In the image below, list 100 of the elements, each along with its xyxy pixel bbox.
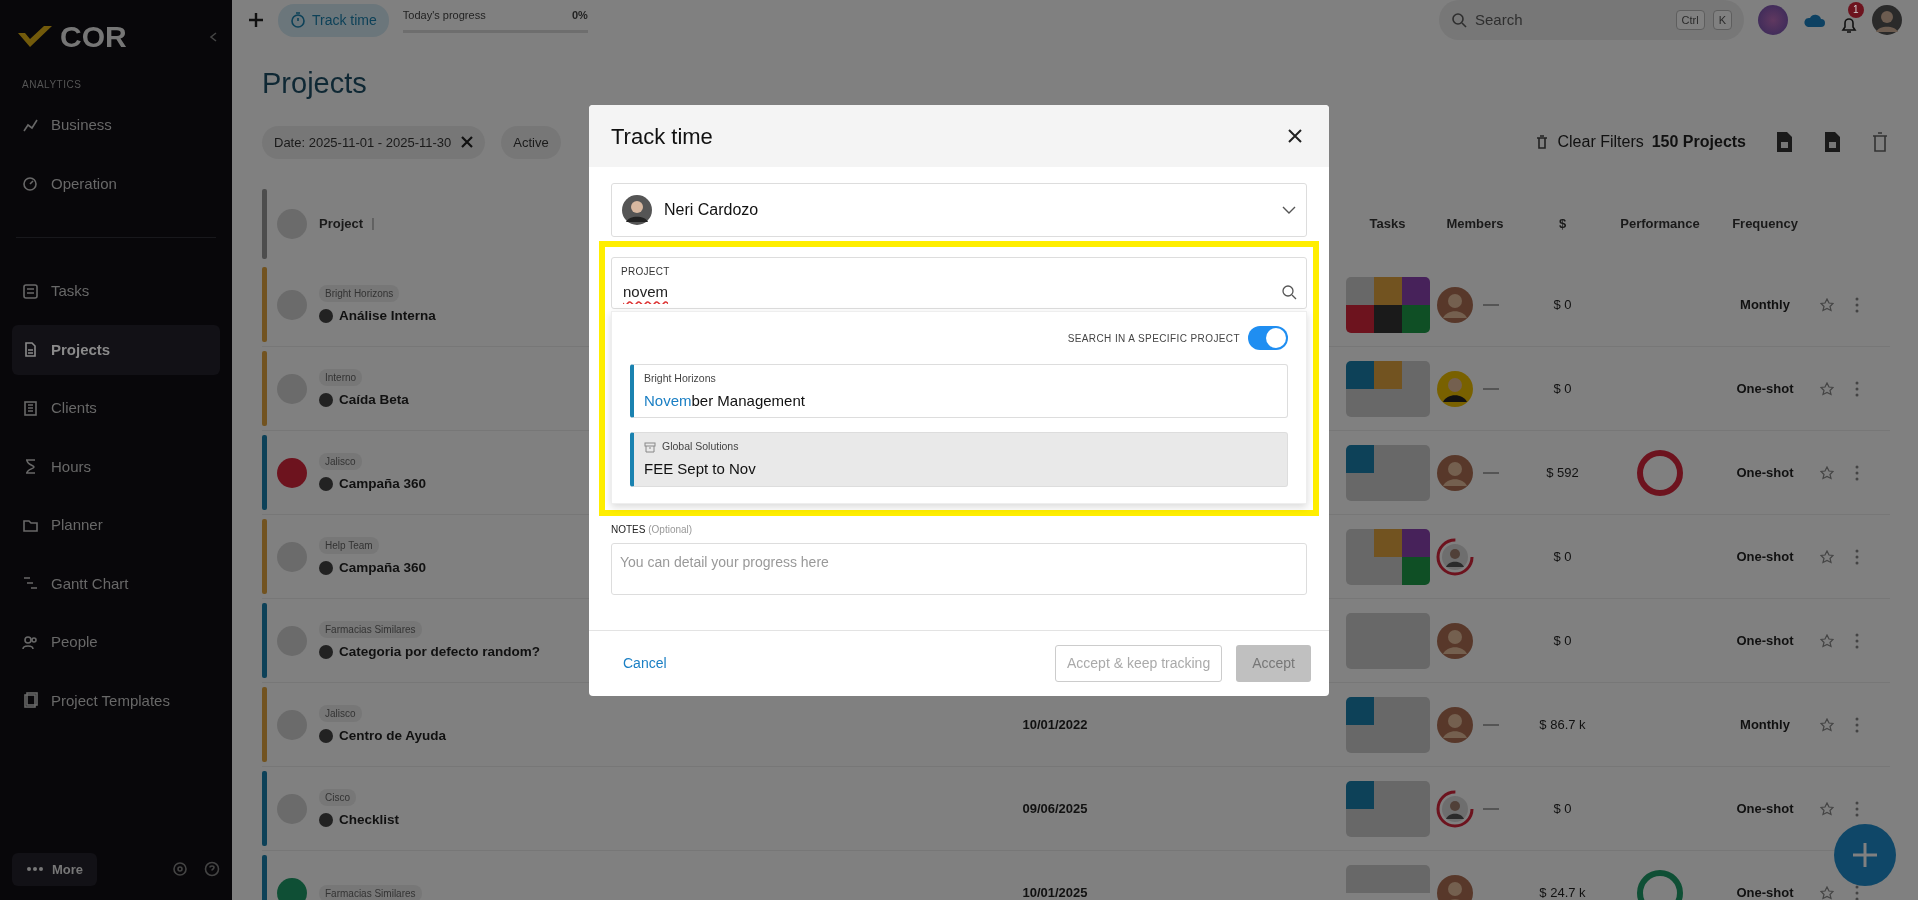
- category-dot: [319, 729, 333, 744]
- column-header[interactable]: Frequency: [1732, 216, 1798, 232]
- more-members-icon[interactable]: [1483, 806, 1499, 811]
- kebab-menu-icon[interactable]: [1855, 381, 1859, 398]
- kebab-menu-icon[interactable]: [1855, 633, 1859, 650]
- sidebar-item[interactable]: Project Templates: [12, 675, 220, 726]
- amount-cell: $ 592: [1546, 464, 1579, 480]
- notes-field[interactable]: You can detail your progress here: [611, 542, 1307, 595]
- member-avatar-icon[interactable]: [1435, 452, 1475, 493]
- result-item[interactable]: Global Solutions FEE Sept to Nov: [630, 432, 1288, 487]
- toggle-switch[interactable]: [1248, 326, 1288, 350]
- client-tag: Bright Horizons: [319, 284, 400, 302]
- kebab-menu-icon[interactable]: [1855, 801, 1859, 818]
- plus-icon: [1852, 842, 1878, 868]
- toggle-label: SEARCH IN A SPECIFIC PROJECT: [1067, 331, 1240, 346]
- project-name[interactable]: Campaña 360: [339, 558, 427, 579]
- user-select[interactable]: Neri Cardozo: [611, 183, 1307, 237]
- category-dot: [319, 309, 333, 324]
- star-icon[interactable]: [1820, 802, 1834, 817]
- star-icon[interactable]: [1820, 466, 1834, 481]
- project-name[interactable]: Campaña 360: [339, 474, 427, 495]
- trash-icon[interactable]: [1870, 130, 1890, 155]
- date-cell: 09/06/2025: [1022, 800, 1088, 816]
- member-avatar-ring-icon[interactable]: [1435, 536, 1475, 577]
- star-icon[interactable]: [1820, 298, 1834, 313]
- section-label: ANALYTICS: [22, 78, 83, 92]
- progress-value: 0%: [571, 8, 588, 24]
- kebab-menu-icon[interactable]: [1855, 549, 1859, 566]
- notes-label: NOTES (Optional): [611, 522, 694, 537]
- status-circle[interactable]: [277, 877, 307, 900]
- project-name[interactable]: Análise Interna: [339, 306, 436, 327]
- category-dot: [319, 477, 333, 492]
- column-header[interactable]: Project: [319, 214, 364, 234]
- filter-chip[interactable]: Active: [501, 125, 561, 159]
- column-header[interactable]: Performance: [1620, 216, 1700, 232]
- project-name[interactable]: Caída Beta: [339, 390, 409, 411]
- more-members-icon[interactable]: [1483, 386, 1499, 391]
- category-dot: [319, 813, 333, 828]
- more-members-icon[interactable]: [1483, 302, 1499, 307]
- filter-chip[interactable]: Date: 2025-11-01 - 2025-11-30: [262, 125, 486, 159]
- sidebar-item[interactable]: Planner: [12, 500, 220, 551]
- star-icon[interactable]: [1820, 886, 1834, 900]
- member-avatar-icon[interactable]: [1435, 704, 1475, 745]
- project-name[interactable]: Centro de Ayuda: [339, 726, 446, 747]
- settings-icon[interactable]: [172, 861, 188, 878]
- column-header[interactable]: Tasks: [1369, 216, 1406, 232]
- help-icon[interactable]: [204, 861, 220, 878]
- amount-cell: $ 0: [1553, 800, 1572, 816]
- sidebar-item[interactable]: Projects: [12, 324, 220, 375]
- sidebar-item[interactable]: Operation: [12, 158, 220, 209]
- kebab-menu-icon[interactable]: [1855, 885, 1859, 900]
- member-avatar-ring-icon[interactable]: [1435, 788, 1475, 829]
- search-placeholder: Search: [1475, 9, 1524, 30]
- project-field[interactable]: PROJECT novem: [611, 257, 1307, 309]
- avatar[interactable]: [1758, 5, 1788, 35]
- result-client: Global Solutions: [662, 439, 739, 455]
- kebab-menu-icon[interactable]: [1855, 297, 1859, 314]
- status-circle[interactable]: [277, 457, 307, 488]
- sidebar-item[interactable]: Clients: [12, 383, 220, 434]
- frequency-cell: One-shot: [1736, 380, 1794, 396]
- member-avatar-icon[interactable]: [1435, 620, 1475, 661]
- sidebar-item[interactable]: Hours: [12, 441, 220, 492]
- project-name[interactable]: Checklist: [339, 810, 400, 831]
- column-header[interactable]: $: [1558, 216, 1567, 232]
- star-icon[interactable]: [1820, 550, 1834, 565]
- column-header[interactable]: Members: [1446, 216, 1504, 232]
- sidebar-item[interactable]: Gantt Chart: [12, 558, 220, 609]
- user-name: Neri Cardozo: [664, 200, 760, 220]
- plus-icon[interactable]: [248, 12, 264, 28]
- project-name[interactable]: Categoria por defecto random?: [339, 642, 541, 663]
- kebab-menu-icon[interactable]: [1855, 717, 1859, 734]
- trash-icon[interactable]: [1535, 134, 1550, 151]
- member-avatar-icon[interactable]: [1435, 872, 1475, 900]
- template-icon: [22, 692, 39, 710]
- document-icon[interactable]: [1822, 130, 1842, 155]
- member-avatar-icon[interactable]: [1435, 284, 1475, 325]
- star-icon[interactable]: [1820, 718, 1834, 733]
- clear-filters-link[interactable]: Clear Filters: [1557, 130, 1644, 155]
- amount-cell: $ 0: [1553, 548, 1572, 564]
- sort-icon[interactable]: [371, 218, 376, 230]
- shortcut-key: K: [1712, 9, 1732, 31]
- sidebar-item[interactable]: People: [12, 617, 220, 668]
- close-icon[interactable]: [461, 136, 474, 149]
- star-icon[interactable]: [1820, 634, 1834, 649]
- more-button[interactable]: More: [12, 852, 98, 886]
- sidebar-item[interactable]: Tasks: [12, 266, 220, 317]
- more-members-icon[interactable]: [1483, 722, 1499, 727]
- kebab-menu-icon[interactable]: [1855, 465, 1859, 482]
- track-time-button[interactable]: Track time: [278, 3, 389, 37]
- star-icon[interactable]: [1820, 382, 1834, 397]
- amount-cell: $ 0: [1553, 296, 1572, 312]
- amount-cell: $ 0: [1553, 632, 1572, 648]
- more-members-icon[interactable]: [1483, 470, 1499, 475]
- cancel-link[interactable]: Cancel: [611, 644, 679, 682]
- result-client: Bright Horizons: [644, 371, 716, 386]
- user-avatar-icon[interactable]: [1872, 5, 1902, 35]
- sidebar-item[interactable]: Business: [12, 100, 220, 151]
- result-item[interactable]: Bright Horizons November Management: [630, 364, 1288, 419]
- search-field[interactable]: Search Ctrl K: [1439, 0, 1744, 40]
- member-avatar-icon[interactable]: [1435, 368, 1475, 409]
